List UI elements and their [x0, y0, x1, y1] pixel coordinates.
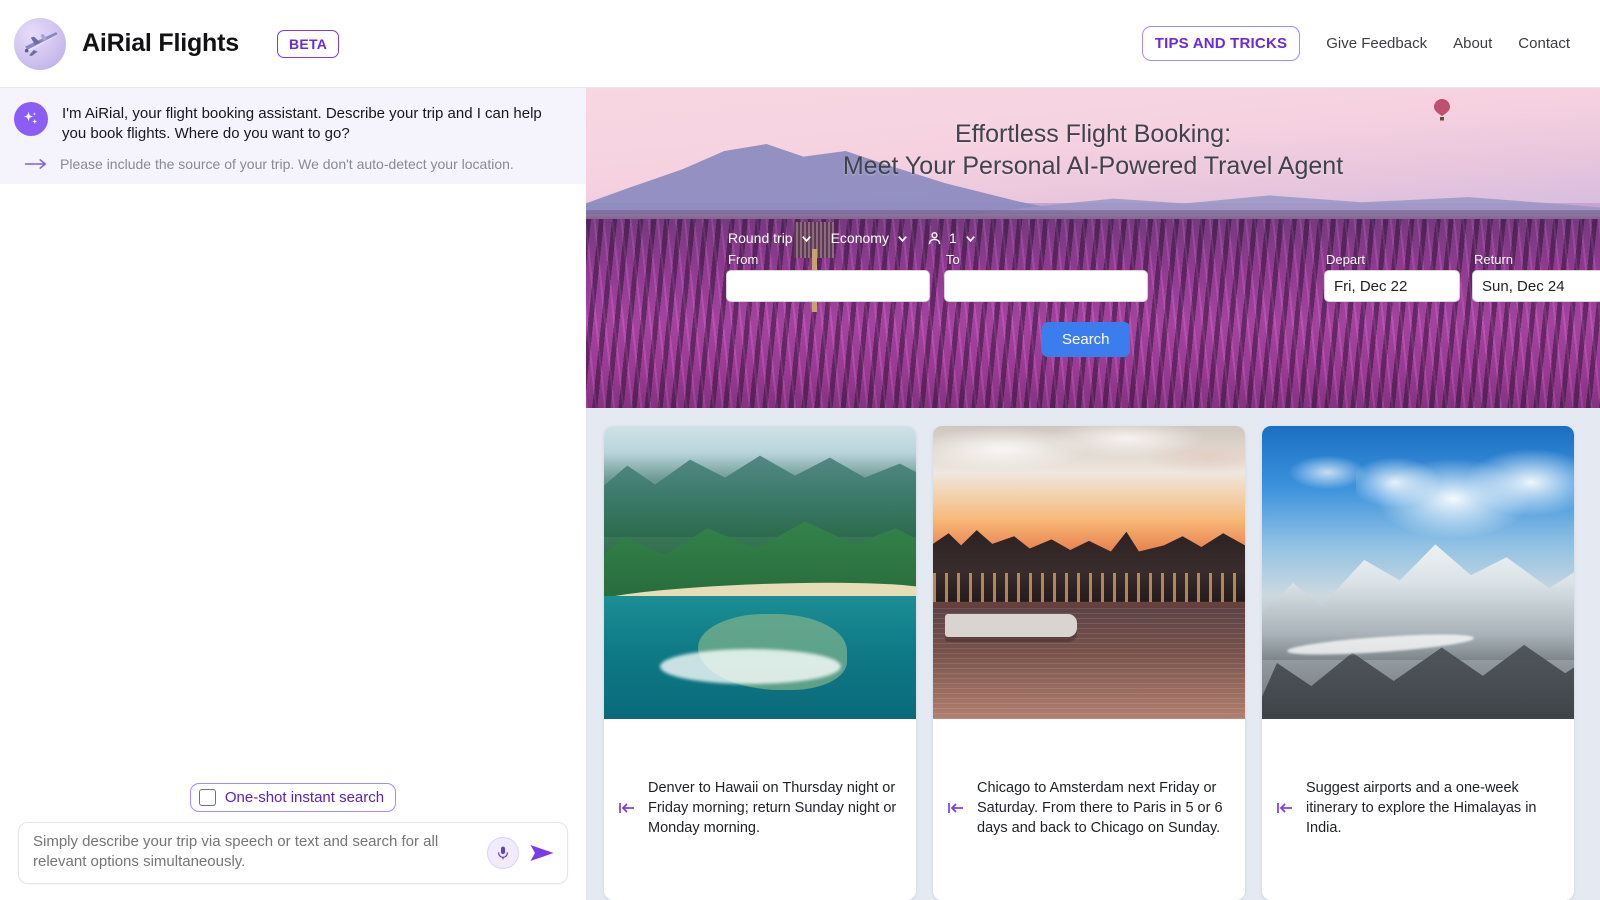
card-caption-text: Denver to Hawaii on Thursday night or Fr… — [648, 779, 897, 836]
return-field: Return — [1472, 252, 1600, 302]
himalayas-snow-peaks-photo — [1262, 426, 1574, 719]
oneshot-row: One-shot instant search — [0, 783, 586, 822]
assistant-message-text: I'm AiRial, your flight booking assistan… — [62, 105, 542, 142]
trip-type-selector[interactable]: Round trip — [728, 230, 813, 246]
sparkles-icon — [14, 102, 48, 136]
person-icon — [928, 231, 941, 244]
assistant-row: I'm AiRial, your flight booking assistan… — [14, 102, 568, 144]
cabin-class-label: Economy — [830, 230, 889, 246]
search-options-row: Round trip Economy 1 — [726, 230, 1600, 246]
arrow-right-icon — [24, 157, 48, 171]
hero-title-line2: Meet Your Personal AI-Powered Travel Age… — [842, 152, 1344, 180]
assistant-hint-row: Please include the source of your trip. … — [14, 156, 568, 172]
main-content: Effortless Flight Booking: Meet Your Per… — [586, 88, 1600, 900]
card-caption: Chicago to Amsterdam next Friday or Satu… — [933, 719, 1245, 900]
depart-label: Depart — [1326, 252, 1366, 267]
from-input[interactable] — [726, 270, 930, 302]
passenger-selector[interactable]: 1 — [927, 230, 977, 246]
return-input[interactable] — [1472, 270, 1600, 302]
chat-composer[interactable] — [18, 822, 568, 884]
app-root: AiRial Flights BETA TIPS AND TRICKS Give… — [0, 0, 1600, 900]
passenger-count: 1 — [948, 230, 957, 246]
hero-banner: Effortless Flight Booking: Meet Your Per… — [586, 88, 1600, 408]
nav-link-about[interactable]: About — [1453, 35, 1492, 52]
nav-link-contact[interactable]: Contact — [1518, 35, 1570, 52]
skip-back-icon — [618, 801, 636, 815]
app-header: AiRial Flights BETA TIPS AND TRICKS Give… — [0, 0, 1600, 88]
chat-panel: I'm AiRial, your flight booking assistan… — [0, 88, 586, 900]
to-label: To — [946, 252, 960, 267]
oneshot-instant-search-toggle[interactable]: One-shot instant search — [189, 783, 397, 812]
card-caption-text: Suggest airports and a one-week itinerar… — [1306, 779, 1537, 836]
chat-input[interactable] — [33, 832, 487, 874]
header-nav: TIPS AND TRICKS Give Feedback About Cont… — [1141, 26, 1570, 61]
chevron-down-icon — [801, 235, 811, 242]
cabin-class-selector[interactable]: Economy — [831, 230, 909, 246]
trip-type-label: Round trip — [728, 230, 793, 246]
tips-and-tricks-button[interactable]: TIPS AND TRICKS — [1141, 26, 1301, 61]
brand-name: AiRial Flights — [82, 29, 239, 57]
to-input[interactable] — [944, 270, 1148, 302]
send-icon[interactable] — [529, 842, 555, 864]
amsterdam-canal-sunset-photo — [933, 426, 1245, 719]
brand[interactable]: AiRial Flights BETA — [14, 17, 340, 70]
suggestion-card[interactable]: Chicago to Amsterdam next Friday or Satu… — [933, 426, 1245, 900]
oneshot-checkbox[interactable] — [198, 789, 216, 806]
from-field: From — [726, 252, 930, 302]
chat-messages-area — [0, 184, 586, 783]
return-label: Return — [1474, 252, 1514, 267]
depart-field: Depart — [1324, 252, 1460, 302]
card-caption: Suggest airports and a one-week itinerar… — [1262, 719, 1574, 900]
chevron-down-icon — [898, 235, 907, 242]
suggestion-card[interactable]: Denver to Hawaii on Thursday night or Fr… — [604, 426, 916, 900]
card-caption: Denver to Hawaii on Thursday night or Fr… — [604, 719, 916, 900]
nav-link-give-feedback[interactable]: Give Feedback — [1326, 35, 1427, 52]
assistant-message-block: I'm AiRial, your flight booking assistan… — [0, 88, 586, 184]
search-fields-row: From To Depart Return — [726, 252, 1600, 302]
from-label: From — [728, 252, 759, 267]
skip-back-icon — [947, 801, 965, 815]
skip-back-icon — [1276, 801, 1294, 815]
beta-badge: BETA — [276, 29, 340, 58]
microphone-icon[interactable] — [487, 837, 519, 869]
suggestion-card[interactable]: Suggest airports and a one-week itinerar… — [1262, 426, 1574, 900]
chevron-down-icon — [965, 235, 975, 242]
suggestion-cards: Denver to Hawaii on Thursday night or Fr… — [586, 408, 1600, 900]
hero-title: Effortless Flight Booking: Meet Your Per… — [586, 118, 1600, 182]
flight-search-form: Round trip Economy 1 From To Depart Fri,… — [726, 230, 1600, 357]
card-caption-text: Chicago to Amsterdam next Friday or Satu… — [977, 779, 1223, 836]
to-field: To — [944, 252, 1148, 302]
app-body: I'm AiRial, your flight booking assistan… — [0, 88, 1600, 900]
hero-title-line1: Effortless Flight Booking: — [954, 120, 1232, 148]
assistant-hint-text: Please include the source of your trip. … — [60, 155, 514, 172]
airplane-icon — [14, 17, 66, 70]
search-button[interactable]: Search — [1042, 322, 1130, 357]
depart-input[interactable] — [1324, 270, 1460, 302]
oneshot-label: One-shot instant search — [224, 789, 385, 806]
hawaii-aerial-coastline-photo — [604, 426, 916, 719]
